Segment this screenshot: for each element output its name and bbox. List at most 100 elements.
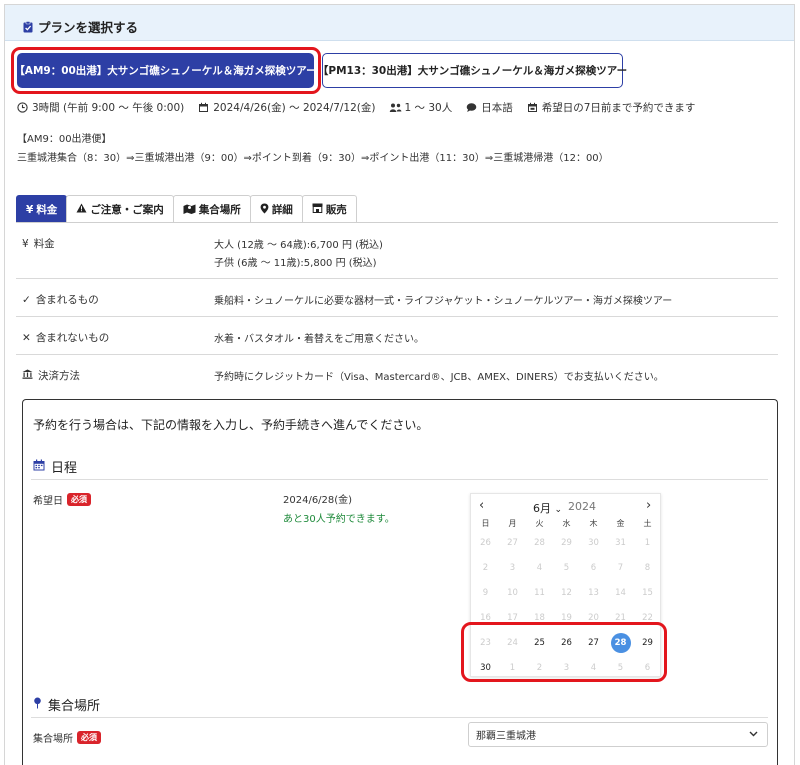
calendar-icon — [198, 102, 209, 113]
required-badge: 必須 — [77, 731, 101, 744]
date-field-label: 希望日 必須 — [33, 492, 91, 507]
highlight-calendar-dates — [461, 622, 667, 682]
tab-meeting[interactable]: 集合場所 — [172, 195, 251, 223]
excluded-label: 含まれないもの — [35, 332, 110, 344]
next-month-icon[interactable]: › — [646, 498, 651, 513]
month-select[interactable]: 6月 ⌄ — [533, 500, 562, 516]
divider — [31, 479, 768, 480]
calendar-check-icon — [527, 102, 538, 113]
tab-price[interactable]: ¥ 料金 — [16, 195, 68, 223]
included-label: 含まれるもの — [35, 294, 99, 306]
highlight-plan-am — [11, 47, 321, 94]
plan-meta: 3時間 (午前 9:00 ～ 午後 0:00) 2024/4/26(金) ～ 2… — [17, 100, 695, 115]
calendar-day: 27 — [507, 538, 518, 548]
weekday-label: 水 — [562, 519, 571, 528]
schedule-section-title: 日程 — [33, 457, 77, 476]
divider — [31, 717, 768, 718]
clock-icon — [17, 102, 28, 113]
payment-label: 決済方法 — [38, 370, 80, 382]
excluded-value: 水着・バスタオル・着替えをご用意ください。 — [214, 334, 424, 345]
map-icon — [183, 203, 196, 217]
calendar-header: 6月 ⌄ 2024 — [533, 500, 596, 516]
itinerary-text: 三重城港集合（8：30）⇒三重城港出港（9：00）⇒ポイント到着（9：30）⇒ポ… — [17, 153, 609, 164]
yen-icon: ¥ — [26, 203, 34, 216]
calendar-day: 4 — [536, 563, 543, 573]
booking-form — [22, 399, 778, 765]
payment-value: 予約時にクレジットカード（Visa、Mastercard®、JCB、AMEX、D… — [214, 372, 664, 383]
store-icon — [312, 203, 323, 216]
calendar-day: 30 — [588, 538, 599, 548]
departure-title: 【AM9：00出港便】 — [17, 134, 112, 145]
calendar-day: 2 — [482, 563, 489, 573]
divider — [16, 316, 778, 317]
meeting-section-title: 集合場所 — [33, 695, 100, 714]
price-label: 料金 — [33, 238, 55, 250]
year-value[interactable]: 2024 — [568, 500, 596, 516]
tab-meeting-label: 集合場所 — [198, 204, 241, 216]
divider — [16, 278, 778, 279]
panel-title: プランを選択する — [23, 17, 138, 36]
chevron-down-icon: ⌄ — [554, 505, 563, 515]
calendar-day: 10 — [507, 588, 518, 598]
prev-month-icon[interactable]: ‹ — [479, 498, 484, 513]
calendar-day: 15 — [642, 588, 653, 598]
weekday-label: 土 — [643, 519, 652, 528]
panel-header: プランを選択する — [5, 5, 794, 41]
price-adult: 大人 (12歳 ～ 64歳):6,700 円 (税込) — [214, 240, 383, 251]
selected-date: 2024/6/28(金) — [283, 495, 353, 506]
meeting-place-select[interactable]: 那覇三重城港 — [468, 722, 768, 747]
meeting-field-label: 集合場所 必須 — [33, 730, 101, 745]
weekday-label: 火 — [535, 519, 544, 528]
meta-booking-text: 希望日の7日前まで予約できます — [541, 102, 696, 114]
chevron-down-icon — [749, 729, 758, 741]
meta-period-text: 2024/4/26(金) ～ 2024/7/12(金) — [213, 102, 376, 114]
calendar-day: 9 — [482, 588, 489, 598]
date-label-text: 希望日 — [33, 496, 63, 507]
calendar-day: 7 — [617, 563, 624, 573]
meeting-place-value: 那覇三重城港 — [476, 731, 536, 742]
calendar-day: 31 — [615, 538, 626, 548]
calendar-day: 11 — [534, 588, 545, 598]
plan-pm-button[interactable]: 【PM13：30出港】大サンゴ礁シュノーケル＆海ガメ探検ツアー — [318, 53, 627, 88]
meeting-label-text: 集合場所 — [33, 734, 73, 745]
calendar-day: 28 — [534, 538, 545, 548]
weekday-label: 月 — [508, 519, 517, 528]
calendar-day: 13 — [588, 588, 599, 598]
info-tabs: ¥ 料金 ご注意・ご案内 集合場所 詳細 販売 — [16, 195, 357, 223]
weekday-label: 木 — [589, 519, 598, 528]
tab-notice[interactable]: ご注意・ご案内 — [66, 195, 174, 223]
meta-people: 1 ～ 30人 — [389, 100, 452, 115]
meta-language-text: 日本語 — [481, 102, 513, 114]
divider — [16, 354, 778, 355]
tab-price-label: 料金 — [36, 204, 58, 216]
clipboard-check-icon — [23, 20, 33, 33]
tabs-divider — [16, 222, 778, 223]
calendar-day: 3 — [509, 563, 516, 573]
bank-icon — [22, 369, 33, 382]
meta-duration: 3時間 (午前 9:00 ～ 午後 0:00) — [17, 100, 184, 115]
month-value: 6月 — [533, 502, 551, 515]
calendar-day: 1 — [644, 538, 651, 548]
calendar-day: 6 — [590, 563, 597, 573]
weekday-label: 日 — [481, 519, 490, 528]
tab-detail[interactable]: 詳細 — [249, 195, 303, 223]
calendar-day: 8 — [644, 563, 651, 573]
users-icon — [389, 102, 402, 113]
tab-detail-label: 詳細 — [271, 204, 293, 216]
pin-icon — [33, 697, 42, 713]
tab-sales[interactable]: 販売 — [301, 195, 357, 223]
tab-sales-label: 販売 — [325, 204, 347, 216]
x-icon: ✕ — [22, 331, 31, 344]
meeting-title-text: 集合場所 — [48, 699, 101, 714]
meta-people-text: 1 ～ 30人 — [404, 102, 453, 114]
tab-notice-label: ご注意・ご案内 — [90, 204, 164, 216]
price-child: 子供 (6歳 ～ 11歳):5,800 円 (税込) — [214, 258, 377, 269]
calendar-icon — [33, 459, 45, 475]
pin-icon — [260, 203, 269, 217]
chat-icon — [466, 102, 477, 113]
yen-icon: ¥ — [22, 237, 29, 250]
weekday-label: 金 — [616, 519, 625, 528]
required-badge: 必須 — [67, 493, 91, 506]
meta-period: 2024/4/26(金) ～ 2024/7/12(金) — [198, 100, 375, 115]
calendar-day: 5 — [563, 563, 570, 573]
